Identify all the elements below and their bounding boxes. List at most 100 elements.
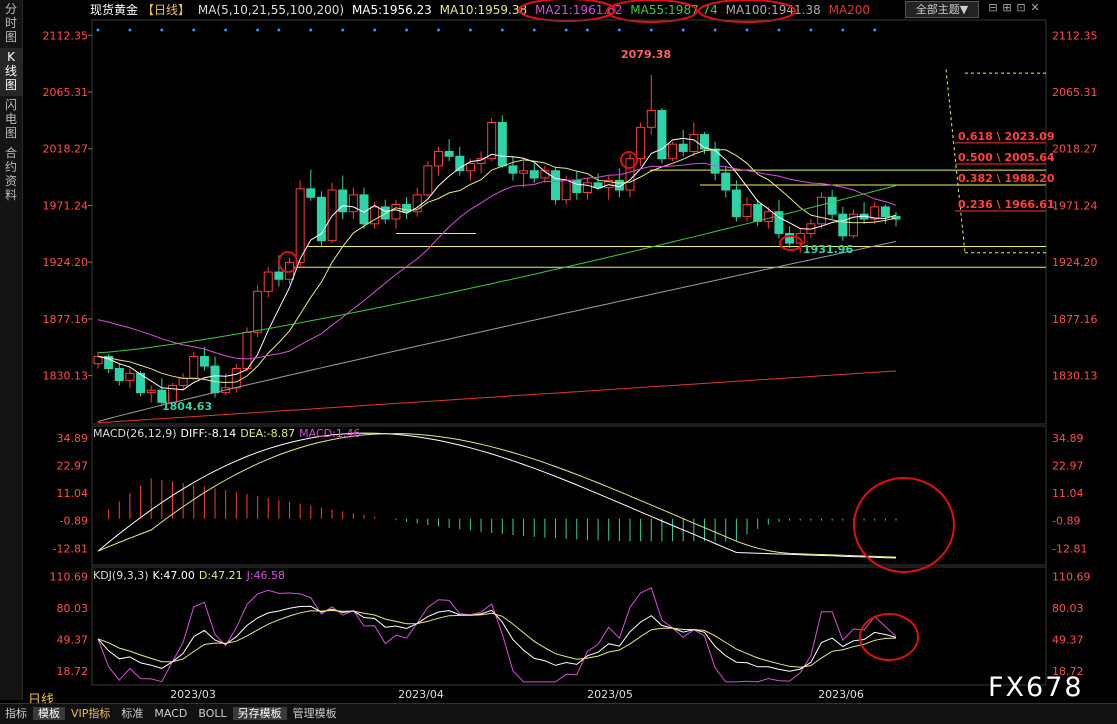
ma100-line <box>97 240 897 423</box>
candle-body <box>391 204 401 220</box>
fib-label: 0.500 \ 2005.64 <box>958 151 1055 164</box>
tab-macd[interactable]: MACD <box>149 707 192 720</box>
candle-body <box>551 170 561 201</box>
right-price-tick: 2112.35 <box>1052 29 1098 42</box>
tab-template[interactable]: 模板 <box>33 707 65 720</box>
candle-body <box>561 179 571 201</box>
event-marker <box>532 28 536 32</box>
left-indicator-tick: 11.04 <box>57 487 89 500</box>
candle-body <box>295 188 305 263</box>
candle-body <box>817 196 827 225</box>
right-indicator-tick: 34.89 <box>1052 432 1084 445</box>
candle-body <box>838 213 848 237</box>
candle-body <box>753 204 763 222</box>
right-price-tick: 2065.31 <box>1052 86 1098 99</box>
tab-vip-indicator[interactable]: VIP指标 <box>66 707 115 720</box>
candle-body <box>721 172 731 191</box>
event-marker <box>192 28 196 32</box>
right-price-tick: 1877.16 <box>1052 313 1098 326</box>
candle-body <box>476 158 486 165</box>
march-low-label: 1804.63 <box>162 400 212 413</box>
event-marker <box>405 28 409 32</box>
annotation-circle-macd <box>853 477 955 573</box>
candle-body <box>668 143 678 160</box>
event-marker <box>224 28 228 32</box>
candle-body <box>636 126 646 160</box>
high-label: 2079.38 <box>621 48 671 61</box>
candle-body <box>348 194 358 213</box>
kdj-j-line <box>97 587 897 683</box>
candle-body <box>199 355 209 367</box>
left-indicator-tick: 110.69 <box>50 571 89 584</box>
fibonacci-levels: 0.618 \ 2023.09 0.500 \ 2005.64 0.382 \ 19… <box>289 69 1055 268</box>
candle-body <box>657 109 667 160</box>
candle-body <box>519 170 529 174</box>
x-date-tick: 2023/05 <box>587 688 633 701</box>
tab-manage-template[interactable]: 管理模板 <box>288 707 342 720</box>
candle-body <box>444 150 454 157</box>
event-marker <box>777 28 781 32</box>
right-price-tick: 1924.20 <box>1052 256 1098 269</box>
ma21-line <box>97 162 897 360</box>
event-marker <box>681 28 685 32</box>
tab-indicator[interactable]: 指标 <box>0 707 32 720</box>
right-indicator-tick: 49.37 <box>1052 633 1084 646</box>
ma55-line <box>97 185 897 354</box>
fib-label: 0.236 \ 1966.61 <box>958 198 1055 211</box>
candle-body <box>465 163 475 172</box>
left-price-tick: 1924.20 <box>43 256 89 269</box>
candles <box>93 75 901 407</box>
tab-save-template[interactable]: 另存模板 <box>232 707 287 720</box>
kdj-panel-frame <box>91 566 1047 686</box>
candle-body <box>731 189 741 218</box>
candle-body <box>880 206 890 218</box>
macd-title: MACD(26,12,9) DIFF:-8.14 DEA:-8.87 MACD:1.4… <box>93 427 360 440</box>
event-marker <box>500 28 504 32</box>
bottom-tabbar: 指标 模板 VIP指标 标准 MACD BOLL 另存模板 管理模板 <box>0 703 1117 724</box>
watermark: FX678 <box>988 672 1084 703</box>
kdj-k-line <box>97 605 897 672</box>
candle-body <box>380 206 390 220</box>
candle-body <box>253 290 263 333</box>
candle-body <box>402 204 412 213</box>
event-marker <box>277 28 281 32</box>
candle-body <box>423 165 433 196</box>
event-marker <box>341 28 345 32</box>
candle-body <box>189 355 199 379</box>
event-marker <box>873 28 877 32</box>
left-indicator-tick: 49.37 <box>57 633 89 646</box>
candle-body <box>625 158 635 191</box>
tab-standard[interactable]: 标准 <box>116 707 148 720</box>
event-marker <box>564 28 568 32</box>
tab-boll[interactable]: BOLL <box>193 707 231 720</box>
event-marker <box>128 28 132 32</box>
event-marker <box>649 28 653 32</box>
june-low-label: 1931.96 <box>803 243 853 256</box>
candle-body <box>593 182 603 189</box>
candle-body <box>455 155 465 172</box>
left-price-tick: 2018.27 <box>43 143 89 156</box>
left-price-tick: 2065.31 <box>43 86 89 99</box>
annotation-circle-ma55 <box>606 0 698 23</box>
candle-body <box>699 134 709 150</box>
event-marker <box>617 28 621 32</box>
candle-body <box>508 165 518 174</box>
right-price-tick: 1830.13 <box>1052 370 1098 383</box>
annotation-circle-ma21 <box>518 0 616 22</box>
chart-canvas[interactable]: 0.618 \ 2023.09 0.500 \ 2005.64 0.382 \ 19… <box>0 0 1117 703</box>
right-price-tick: 2018.27 <box>1052 143 1098 156</box>
candle-body <box>210 365 220 394</box>
candle-body <box>582 182 592 193</box>
candle-body <box>263 271 273 292</box>
candle-body <box>306 188 316 198</box>
macd-panel <box>97 432 897 559</box>
left-indicator-tick: -0.89 <box>60 515 88 528</box>
candle-body <box>359 194 369 225</box>
candle-body <box>487 122 497 160</box>
event-marker <box>745 28 749 32</box>
kdj-panel <box>97 587 897 683</box>
left-indicator-tick: -12.81 <box>53 542 88 555</box>
candle-body <box>572 179 582 193</box>
candle-body <box>742 204 752 218</box>
left-price-tick: 2112.35 <box>43 29 89 42</box>
